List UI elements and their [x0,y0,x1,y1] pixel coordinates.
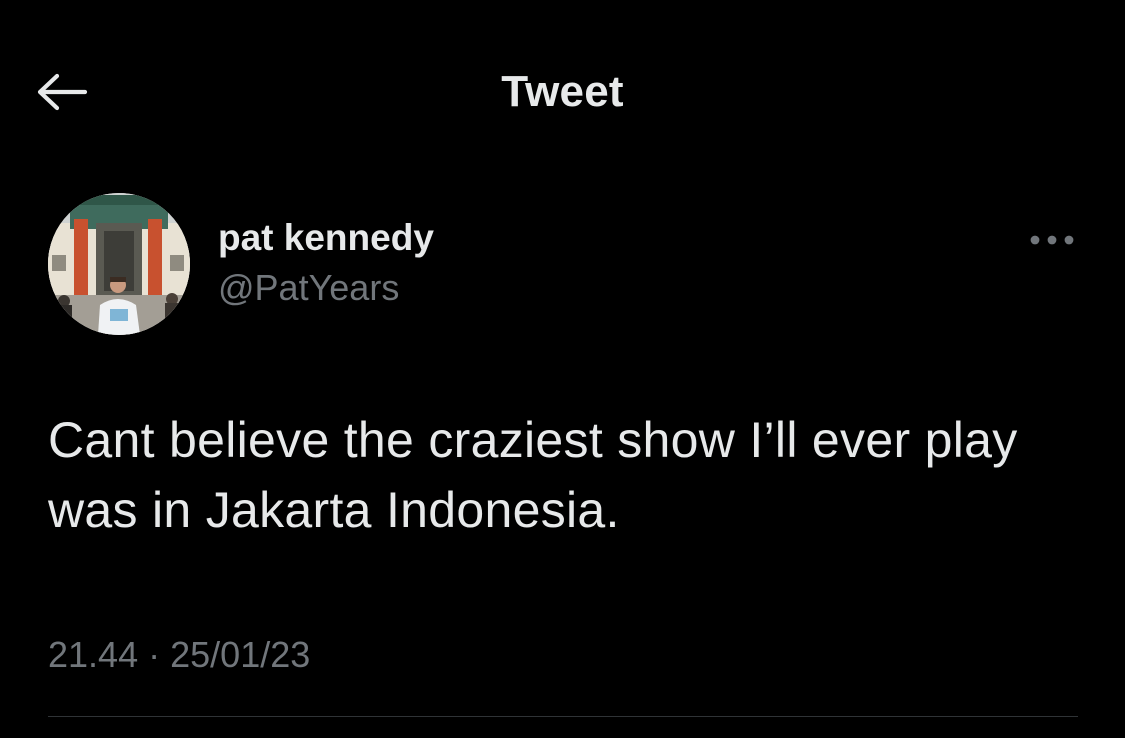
more-options-button[interactable] [1026,225,1078,255]
author-handle[interactable]: @PatYears [218,263,434,313]
author-display-name[interactable]: pat kennedy [218,213,434,263]
top-bar: Tweet [0,0,1125,180]
author-info: pat kennedy @PatYears [218,213,434,313]
avatar[interactable] [48,193,190,335]
divider [48,716,1078,717]
tweet-timestamp: 21.44 · 25/01/23 [48,630,310,680]
more-dots-icon [1030,235,1074,245]
page-title: Tweet [501,67,624,116]
tweet-date[interactable]: 25/01/23 [170,634,310,675]
tweet-text: Cant believe the craziest show I’ll ever… [48,412,1018,538]
tweet-time[interactable]: 21.44 [48,634,138,675]
author-row: pat kennedy @PatYears [48,193,1078,339]
profile-photo [48,193,190,335]
tweet: pat kennedy @PatYears Cant believe the c… [48,193,1078,675]
meta-separator: · [148,634,161,675]
